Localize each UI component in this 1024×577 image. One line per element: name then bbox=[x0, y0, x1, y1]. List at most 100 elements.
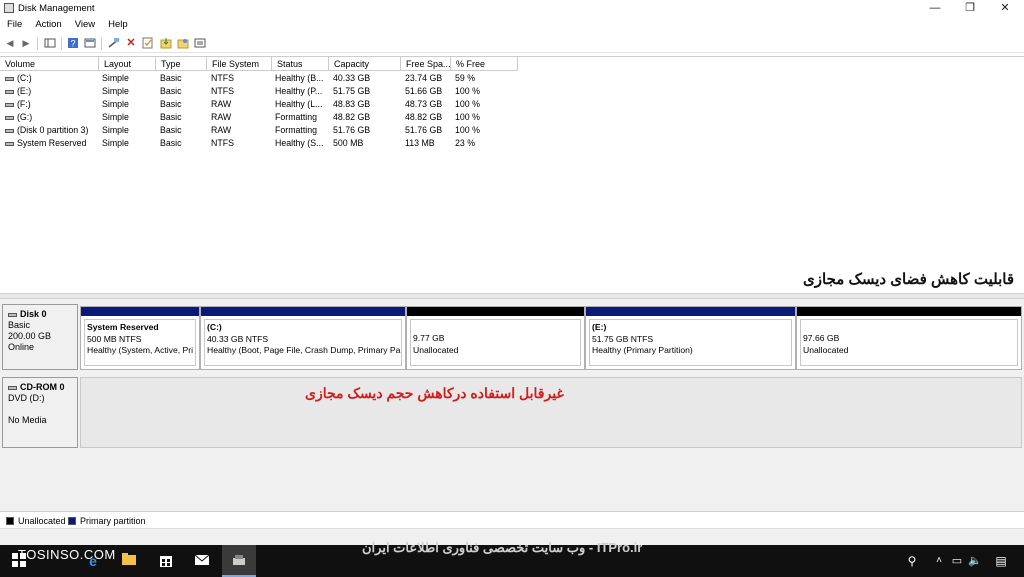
partition-status: Healthy (Primary Partition) bbox=[592, 345, 693, 355]
capacity-cell: 48.83 GB bbox=[333, 99, 371, 109]
disk-name: Disk 0 bbox=[20, 309, 47, 319]
toolbar-separator bbox=[101, 37, 102, 50]
partition-system-reserved[interactable]: System Reserved 500 MB NTFS Healthy (Sys… bbox=[80, 306, 200, 370]
cdrom-name: CD-ROM 0 bbox=[20, 382, 65, 392]
table-row[interactable]: (G:) Simple Basic RAW Formatting 48.82 G… bbox=[0, 112, 520, 125]
caption-shrink-supported: قابلیت کاهش فضای دیسک مجازی bbox=[803, 271, 1014, 288]
properties-icon[interactable] bbox=[84, 37, 96, 49]
connect-icon[interactable] bbox=[108, 37, 120, 49]
layout-cell: Simple bbox=[102, 86, 129, 96]
table-row[interactable]: (C:) Simple Basic NTFS Healthy (B... 40.… bbox=[0, 73, 520, 86]
layout-cell: Simple bbox=[102, 125, 129, 135]
network-icon[interactable]: ▭ bbox=[950, 552, 964, 570]
type-cell: Basic bbox=[160, 112, 182, 122]
fs-cell: RAW bbox=[211, 99, 232, 109]
column-header-volume[interactable]: Volume bbox=[0, 57, 99, 71]
table-row[interactable]: (F:) Simple Basic RAW Healthy (L... 48.8… bbox=[0, 99, 520, 112]
people-icon[interactable]: ⚲ bbox=[904, 552, 920, 570]
column-header-status[interactable]: Status bbox=[272, 57, 329, 71]
fs-cell: NTFS bbox=[211, 73, 234, 83]
partition-size: 97.66 GB bbox=[803, 333, 840, 343]
column-header-capacity[interactable]: Capacity bbox=[329, 57, 401, 71]
partition-size: 9.77 GB bbox=[413, 333, 445, 343]
edge-icon[interactable]: e bbox=[84, 552, 102, 570]
cdrom-icon bbox=[8, 385, 17, 390]
table-row[interactable]: System Reserved Simple Basic NTFS Health… bbox=[0, 138, 520, 151]
primary-swatch bbox=[68, 517, 76, 525]
status-cell: Healthy (B... bbox=[275, 73, 324, 83]
column-header-percent-free[interactable]: % Free bbox=[451, 57, 518, 71]
back-icon[interactable]: ◀ bbox=[4, 37, 16, 49]
layout-cell: Simple bbox=[102, 138, 129, 148]
volume-name: (G:) bbox=[17, 112, 33, 122]
disk-0-header[interactable]: Disk 0 Basic 200.00 GB Online bbox=[2, 304, 78, 370]
check-icon[interactable] bbox=[142, 37, 154, 49]
partition-unallocated-2[interactable]: 97.66 GB Unallocated bbox=[796, 306, 1022, 370]
partition-unallocated-1[interactable]: 9.77 GB Unallocated bbox=[406, 306, 585, 370]
view-icon[interactable] bbox=[194, 37, 206, 49]
menu-bar: File Action View Help bbox=[0, 17, 1024, 33]
import-icon[interactable] bbox=[160, 37, 172, 49]
status-cell: Formatting bbox=[275, 112, 318, 122]
mail-icon[interactable] bbox=[193, 552, 211, 570]
console-tree-icon[interactable] bbox=[44, 37, 56, 49]
type-cell: Basic bbox=[160, 73, 182, 83]
volume-icon[interactable]: 🔈 bbox=[968, 552, 982, 570]
menu-action[interactable]: Action bbox=[28, 17, 67, 30]
capacity-cell: 500 MB bbox=[333, 138, 364, 148]
menu-help[interactable]: Help bbox=[101, 17, 134, 30]
partition-size: 500 MB NTFS bbox=[87, 333, 142, 344]
column-header-file-system[interactable]: File System bbox=[207, 57, 272, 71]
restore-button[interactable]: ❐ bbox=[953, 0, 987, 17]
menu-view[interactable]: View bbox=[68, 17, 101, 30]
notifications-icon[interactable]: ▤ bbox=[993, 552, 1009, 570]
cdrom-0-header[interactable]: CD-ROM 0 DVD (D:) No Media bbox=[2, 377, 78, 448]
partition-name: (E:) bbox=[592, 322, 607, 332]
partition-c[interactable]: (C:) 40.33 GB NTFS Healthy (Boot, Page F… bbox=[200, 306, 406, 370]
layout-cell: Simple bbox=[102, 99, 129, 109]
capacity-cell: 51.75 GB bbox=[333, 86, 371, 96]
partition-e[interactable]: (E:) 51.75 GB NTFS Healthy (Primary Part… bbox=[585, 306, 796, 370]
close-button[interactable]: ✕ bbox=[988, 0, 1022, 17]
layout-cell: Simple bbox=[102, 112, 129, 122]
primary-partition-bar bbox=[201, 307, 405, 316]
percent-cell: 100 % bbox=[455, 112, 480, 122]
column-header-free-space[interactable]: Free Spa... bbox=[401, 57, 451, 71]
cdrom-media: No Media bbox=[8, 415, 47, 425]
unallocated-bar bbox=[797, 307, 1021, 316]
partition-status: Healthy (Boot, Page File, Crash Dump, Pr… bbox=[207, 345, 401, 355]
disk-management-taskbar-icon[interactable] bbox=[222, 545, 256, 577]
table-row[interactable]: (Disk 0 partition 3) Simple Basic RAW Fo… bbox=[0, 125, 520, 138]
banner-text: ITPro.ir - وب سایت تخصصی فناوری اطلاعات … bbox=[362, 540, 643, 555]
window-title: Disk Management bbox=[18, 3, 95, 14]
column-header-layout[interactable]: Layout bbox=[99, 57, 156, 71]
disk-icon bbox=[8, 312, 17, 317]
volume-name: (E:) bbox=[17, 86, 32, 96]
type-cell: Basic bbox=[160, 125, 182, 135]
chevron-up-icon[interactable]: ˄ bbox=[932, 552, 946, 570]
folder-icon[interactable] bbox=[177, 37, 189, 49]
table-row[interactable]: (E:) Simple Basic NTFS Healthy (P... 51.… bbox=[0, 86, 520, 99]
store-icon[interactable] bbox=[157, 552, 175, 570]
help-icon[interactable]: ? bbox=[67, 37, 79, 49]
unallocated-swatch bbox=[6, 517, 14, 525]
delete-icon[interactable]: ✕ bbox=[125, 37, 137, 49]
percent-cell: 59 % bbox=[455, 73, 476, 83]
drive-icon bbox=[5, 102, 14, 107]
column-header-type[interactable]: Type bbox=[156, 57, 207, 71]
volume-name: System Reserved bbox=[17, 138, 87, 148]
disk-size: 200.00 GB bbox=[8, 331, 52, 341]
volume-name: (Disk 0 partition 3) bbox=[17, 125, 89, 135]
fs-cell: NTFS bbox=[211, 86, 234, 96]
forward-icon[interactable]: ▶ bbox=[20, 37, 32, 49]
primary-partition-bar bbox=[81, 307, 199, 316]
menu-file[interactable]: File bbox=[0, 17, 28, 30]
free-cell: 48.73 GB bbox=[405, 99, 443, 109]
file-explorer-icon[interactable] bbox=[120, 552, 138, 570]
capacity-cell: 48.82 GB bbox=[333, 112, 371, 122]
disk-map: Disk 0 Basic 200.00 GB Online System Res… bbox=[0, 299, 1024, 511]
disk-management-icon bbox=[4, 3, 14, 13]
minimize-button[interactable]: — bbox=[918, 0, 952, 17]
drive-icon bbox=[5, 115, 14, 120]
title-bar: Disk Management — ❐ ✕ bbox=[0, 0, 1024, 17]
